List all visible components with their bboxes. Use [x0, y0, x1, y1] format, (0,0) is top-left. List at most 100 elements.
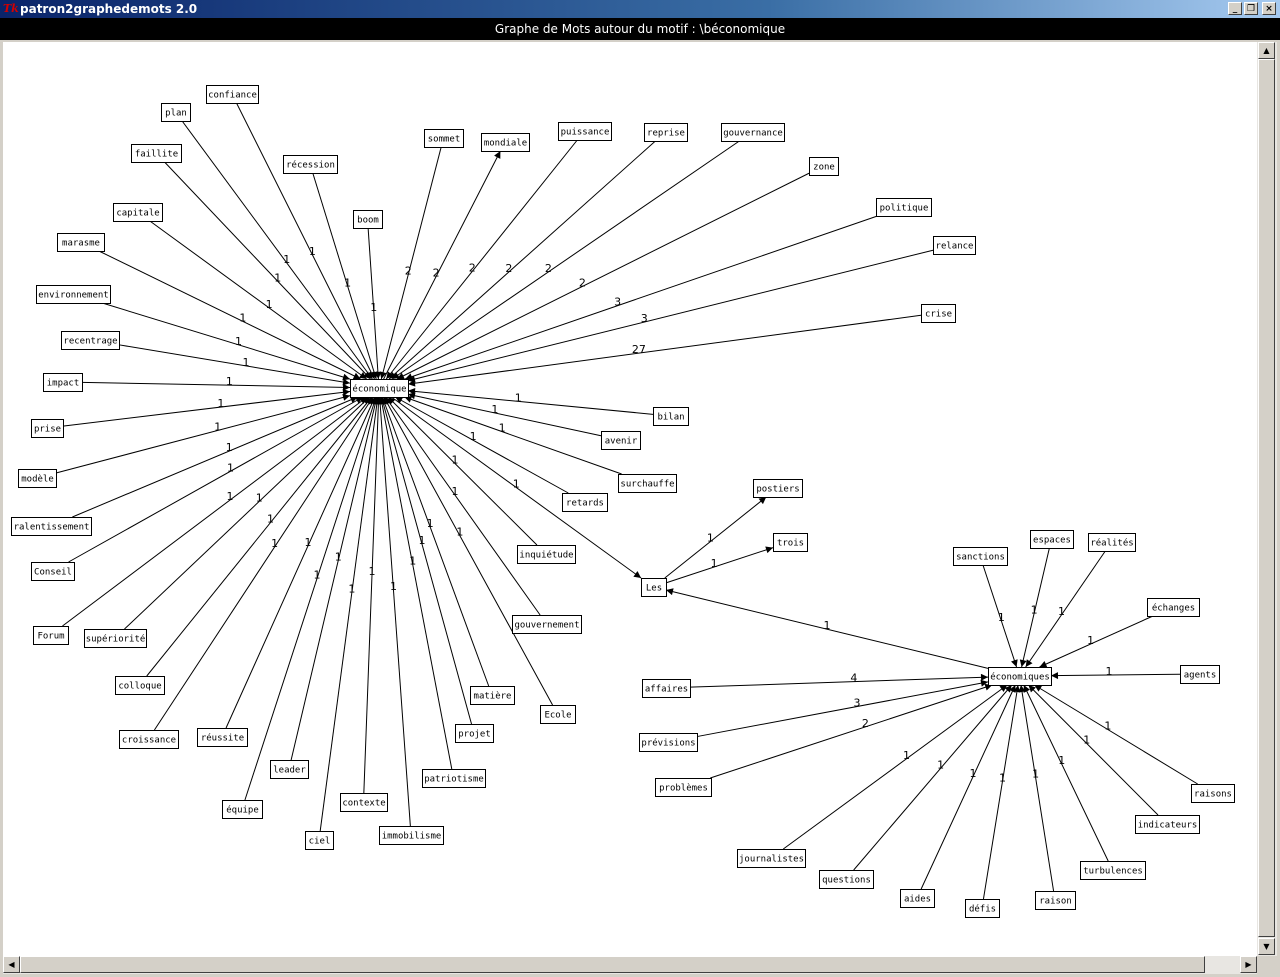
node-projet[interactable]: projet [455, 724, 494, 743]
node-marasme[interactable]: marasme [57, 233, 105, 252]
node-label: inquiétude [519, 550, 573, 561]
node-colloque[interactable]: colloque [115, 676, 165, 695]
node-recession[interactable]: récession [283, 155, 338, 174]
node-defis[interactable]: défis [965, 899, 1000, 918]
node-echanges[interactable]: échanges [1147, 598, 1200, 617]
node-boom[interactable]: boom [353, 210, 383, 229]
node-label: équipe [226, 805, 259, 816]
node-indicateurs[interactable]: indicateurs [1135, 815, 1200, 834]
horizontal-scroll-thumb[interactable] [20, 956, 1205, 973]
node-bilan[interactable]: bilan [653, 407, 689, 426]
edge-weight-label: 2 [405, 265, 412, 278]
node-impact[interactable]: impact [43, 373, 83, 392]
minimize-button[interactable]: _ [1228, 2, 1242, 15]
edge-weight-label: 1 [1032, 768, 1039, 781]
node-raisons[interactable]: raisons [1191, 784, 1235, 803]
node-mondiale[interactable]: mondiale [481, 133, 530, 152]
scroll-up-icon[interactable]: ▲ [1258, 42, 1275, 59]
edge-weight-label: 1 [937, 758, 944, 771]
edge-weight-label: 1 [271, 537, 278, 550]
node-ciel[interactable]: ciel [305, 831, 334, 850]
node-modele[interactable]: modèle [18, 469, 57, 488]
node-raison[interactable]: raison [1035, 891, 1076, 910]
node-capitale[interactable]: capitale [113, 203, 163, 222]
node-politique[interactable]: politique [876, 198, 932, 217]
node-turbulences[interactable]: turbulences [1080, 861, 1146, 880]
edge-raisons-economiques [1034, 684, 1198, 785]
node-affaires[interactable]: affaires [642, 679, 691, 698]
node-les[interactable]: Les [641, 578, 667, 597]
node-surchauffe[interactable]: surchauffe [618, 474, 677, 493]
scroll-left-icon[interactable]: ◀ [3, 956, 20, 973]
graph-canvas[interactable]: 1 1 1 1 1 2 2 2 2 2 2 3 3 27 1 1 1 1 1 1 1 1 1 1 1 1 1 1 1 1 1 1 1 1 1 1 1 1 1… [3, 42, 1257, 956]
node-label: raison [1039, 897, 1072, 907]
node-conseil[interactable]: Conseil [31, 562, 75, 581]
node-gouvernance[interactable]: gouvernance [721, 123, 785, 142]
node-agents[interactable]: agents [1180, 665, 1220, 684]
node-inquietude[interactable]: inquiétude [517, 545, 576, 564]
node-retards[interactable]: retards [562, 493, 608, 512]
edge-indicateurs-economiques [1028, 684, 1159, 816]
edge-weight-label: 1 [1106, 665, 1113, 678]
horizontal-scrollbar[interactable]: ◀ ▶ [3, 956, 1257, 974]
node-problemes[interactable]: problèmes [655, 778, 712, 797]
node-forum[interactable]: Forum [33, 626, 69, 645]
edge-zone-economique [396, 172, 810, 380]
node-superiorite[interactable]: supériorité [84, 629, 147, 648]
canvas-frame: 1 1 1 1 1 2 2 2 2 2 2 3 3 27 1 1 1 1 1 1 1 1 1 1 1 1 1 1 1 1 1 1 1 1 1 1 1 1 1… [0, 40, 1280, 977]
edge-weight-label: 1 [499, 422, 506, 435]
edge-weight-label: 27 [632, 343, 646, 356]
edge-weight-label: 1 [226, 441, 233, 454]
edge-weight-label: 1 [267, 513, 274, 526]
node-espaces[interactable]: espaces [1030, 530, 1074, 549]
node-patriotisme[interactable]: patriotisme [422, 769, 486, 788]
edge-plan-economique [181, 120, 373, 380]
node-label: bilan [657, 413, 684, 423]
node-aides[interactable]: aides [900, 889, 935, 908]
node-economiques[interactable]: économiques [988, 667, 1052, 686]
node-environnement[interactable]: environnement [36, 285, 111, 304]
node-realites[interactable]: réalités [1088, 533, 1136, 552]
close-button[interactable]: × [1262, 2, 1276, 15]
node-matiere[interactable]: matière [470, 686, 515, 705]
node-questions[interactable]: questions [819, 870, 874, 889]
node-reussite[interactable]: réussite [197, 728, 248, 747]
node-zone[interactable]: zone [809, 157, 839, 176]
node-leader[interactable]: leader [270, 760, 309, 779]
node-recentrage[interactable]: recentrage [61, 331, 120, 350]
node-equipe[interactable]: équipe [222, 800, 263, 819]
node-label: aides [904, 895, 931, 905]
node-economique[interactable]: économique [350, 379, 409, 398]
node-confiance[interactable]: confiance [206, 85, 259, 104]
node-reprise[interactable]: reprise [644, 123, 688, 142]
node-postiers[interactable]: postiers [753, 479, 803, 498]
node-plan[interactable]: plan [161, 103, 191, 122]
scroll-right-icon[interactable]: ▶ [1240, 956, 1257, 973]
node-sanctions[interactable]: sanctions [953, 547, 1008, 566]
node-label: confiance [208, 91, 257, 101]
node-prise[interactable]: prise [31, 419, 64, 438]
node-ecole[interactable]: Ecole [540, 705, 576, 724]
node-label: relance [936, 242, 974, 252]
node-immobilisme[interactable]: immobilisme [379, 826, 444, 845]
node-journalistes[interactable]: journalistes [737, 849, 806, 868]
node-puissance[interactable]: puissance [558, 122, 612, 141]
edge-inquietude-economique [387, 396, 538, 546]
node-previsions[interactable]: prévisions [639, 733, 698, 752]
node-gouvernement[interactable]: gouvernement [512, 615, 582, 634]
vertical-scrollbar[interactable]: ▲ ▼ [1257, 42, 1277, 956]
node-crise[interactable]: crise [921, 304, 956, 323]
vertical-scroll-thumb[interactable] [1258, 59, 1275, 937]
scroll-down-icon[interactable]: ▼ [1258, 938, 1275, 955]
node-trois[interactable]: trois [773, 533, 808, 552]
node-relance[interactable]: relance [933, 236, 976, 255]
node-ralentissement[interactable]: ralentissement [11, 517, 92, 536]
maximize-button[interactable]: ❐ [1244, 2, 1258, 15]
node-contexte[interactable]: contexte [340, 793, 388, 812]
node-label: agents [1184, 671, 1217, 681]
node-sommet[interactable]: sommet [424, 129, 464, 148]
node-croissance[interactable]: croissance [119, 730, 179, 749]
window-titlebar[interactable]: Tk patron2graphedemots 2.0 _ ❐ × [0, 0, 1280, 18]
node-avenir[interactable]: avenir [601, 431, 641, 450]
node-faillite[interactable]: faillite [131, 144, 182, 163]
